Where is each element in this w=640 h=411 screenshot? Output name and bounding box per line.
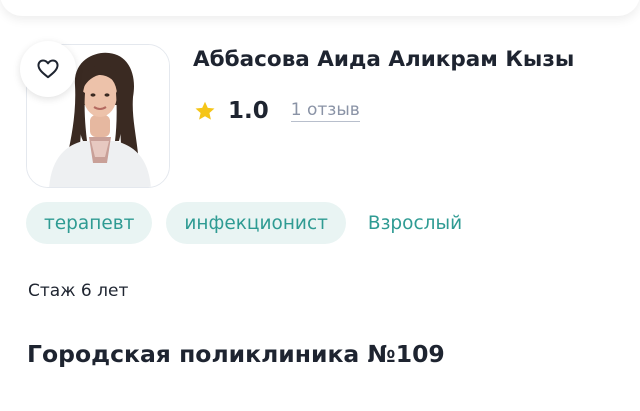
reviews-link[interactable]: 1 отзыв	[290, 100, 360, 122]
tag-adult[interactable]: Взрослый	[360, 202, 480, 244]
star-icon	[195, 101, 215, 120]
rating-row: 1.0 1 отзыв	[193, 95, 360, 127]
favorite-button[interactable]	[20, 41, 76, 97]
experience-text: Стаж 6 лет	[28, 281, 129, 301]
tag-therapist[interactable]: терапевт	[26, 202, 153, 244]
heart-outline-icon	[37, 59, 59, 79]
previous-card-edge	[0, 0, 640, 16]
doctor-name: Аббасова Аида Аликрам Кызы	[193, 47, 575, 72]
clinic-name[interactable]: Городская поликлиника №109	[27, 340, 445, 368]
rating-value: 1.0	[228, 98, 269, 124]
tag-infectionist[interactable]: инфекционист	[166, 202, 346, 244]
specialty-tags: терапевт инфекционист Взрослый	[26, 202, 494, 244]
